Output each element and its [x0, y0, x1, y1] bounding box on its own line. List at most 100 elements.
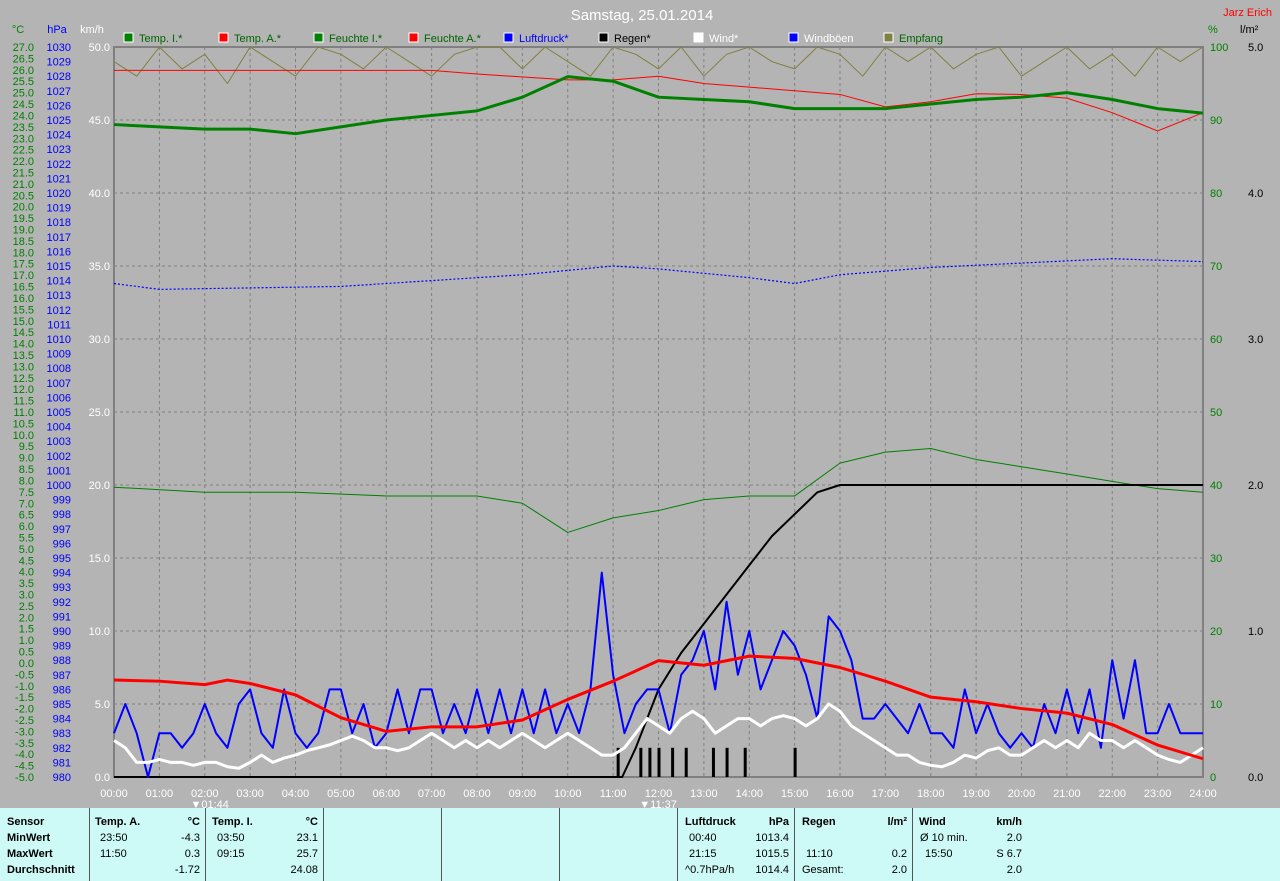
pressure-tick-label: 989: [53, 641, 71, 653]
x-tick-label: 00:00: [100, 788, 128, 800]
humidity-tick-label: 80: [1210, 188, 1222, 200]
pressure-min-time: 00:40: [689, 832, 717, 844]
min-label: MinWert: [7, 832, 51, 844]
temp-tick-label: 13.5: [13, 350, 34, 362]
wind-unit: km/h: [996, 816, 1022, 828]
pressure-tick-label: 1017: [47, 232, 71, 244]
statistics-table: Sensor Temp. A. °C Temp. I. °C Luftdruck…: [0, 808, 1280, 881]
temp-tick-label: 3.0: [19, 590, 34, 602]
temp-tick-label: -5.0: [15, 772, 34, 784]
wind-tick-label: 0.0: [95, 772, 110, 784]
pressure-tick-label: 1018: [47, 217, 71, 229]
temp-tick-label: 10.5: [13, 418, 34, 430]
temp-tick-label: 26.5: [13, 53, 34, 65]
pressure-trend: ^0.7hPa/h: [685, 864, 735, 876]
humidity-tick-label: 40: [1210, 480, 1222, 492]
temp-tick-label: -4.0: [15, 749, 34, 761]
temp-tick-label: 4.0: [19, 567, 34, 579]
x-tick-label: 18:00: [917, 788, 945, 800]
pressure-tick-label: 1021: [47, 173, 71, 185]
pressure-tick-label: 993: [53, 582, 71, 594]
temp-tick-label: 6.5: [19, 510, 34, 522]
rain-bar: [639, 747, 643, 777]
pressure-max: 1015.5: [755, 848, 789, 860]
temp-out-avg: -1.72: [174, 864, 200, 876]
humidity-tick-label: 10: [1210, 699, 1222, 711]
pressure-tick-label: 991: [53, 611, 71, 623]
sensor-header: Sensor: [7, 816, 45, 828]
temp-tick-label: 4.5: [19, 555, 34, 567]
rain-bar: [671, 747, 675, 777]
temp-tick-label: 15.0: [13, 316, 34, 328]
wind-avg: 2.0: [1006, 864, 1022, 876]
rain-bar: [657, 747, 661, 777]
temp-tick-label: -1.0: [15, 681, 34, 693]
legend: Temp. I.* Temp. A.* Feuchte I.* Feuchte A.*…: [123, 32, 943, 45]
pressure-tick-label: 1024: [47, 130, 71, 142]
pressure-header: Luftdruck: [685, 816, 736, 828]
temp-in-unit: °C: [305, 816, 318, 828]
wind-tick-label: 25.0: [89, 407, 110, 419]
rain-bar: [648, 747, 652, 777]
legend-swatch: [883, 32, 894, 43]
temp-tick-label: 22.5: [13, 145, 34, 157]
avg-label: Durchschnitt: [7, 864, 75, 876]
pressure-tick-label: 987: [53, 670, 71, 682]
x-tick-label: 05:00: [327, 788, 355, 800]
pressure-tick-label: 1029: [47, 57, 71, 69]
pressure-tick-label: 985: [53, 699, 71, 711]
temp-tick-label: 3.5: [19, 578, 34, 590]
pressure-tick-label: 994: [53, 568, 71, 580]
legend-swatch: [503, 32, 514, 43]
wind-max-time: 15:50: [925, 848, 953, 860]
x-tick-label: 15:00: [781, 788, 809, 800]
wind-avg10: 2.0: [1006, 832, 1022, 844]
temp-tick-label: 12.5: [13, 373, 34, 385]
temp-in-max: 25.7: [296, 848, 318, 860]
x-tick-label: 03:00: [236, 788, 264, 800]
rain-total: 2.0: [891, 864, 907, 876]
temp-tick-label: 10.0: [13, 430, 34, 442]
pressure-tick-label: 996: [53, 538, 71, 550]
rain-total-label: Gesamt:: [802, 864, 844, 876]
x-tick-label: 19:00: [962, 788, 990, 800]
x-tick-label: 24:00: [1189, 788, 1217, 800]
rain-bar: [684, 747, 688, 777]
temp-tick-label: -0.5: [15, 669, 34, 681]
grid: [113, 46, 1204, 778]
pressure-tick-label: 1009: [47, 349, 71, 361]
pressure-tick-label: 995: [53, 553, 71, 565]
temp-tick-label: 1.0: [19, 635, 34, 647]
x-tick-label: 23:00: [1144, 788, 1172, 800]
legend-swatch: [123, 32, 134, 43]
pressure-tick-label: 1022: [47, 159, 71, 171]
temp-tick-label: -4.5: [15, 761, 34, 773]
pressure-tick-label: 1016: [47, 246, 71, 258]
rain-max-time: 11:10: [806, 848, 833, 860]
pressure-tick-label: 984: [53, 714, 71, 726]
wind-tick-label: 50.0: [89, 42, 110, 54]
temp-tick-label: -1.5: [15, 692, 34, 704]
pressure-tick-label: 992: [53, 597, 71, 609]
temp-tick-label: -2.5: [15, 715, 34, 727]
rain-tick-label: 2.0: [1248, 480, 1263, 492]
temp-tick-label: 11.0: [13, 407, 34, 419]
temp-tick-label: 24.5: [13, 99, 34, 111]
temp-tick-label: 14.0: [13, 339, 34, 351]
pressure-tick-label: 1013: [47, 290, 71, 302]
temp-tick-label: 20.0: [13, 202, 34, 214]
temp-tick-label: 22.0: [13, 156, 34, 168]
legend-label: Temp. A.*: [234, 33, 282, 45]
event-marker-label: ▼01:44: [190, 799, 228, 808]
x-tick-label: 11:00: [600, 788, 627, 800]
humidity-tick-label: 100: [1210, 42, 1228, 54]
temp-tick-label: 8.5: [19, 464, 34, 476]
x-tick-label: 07:00: [418, 788, 446, 800]
temp-tick-label: 0.0: [19, 658, 34, 670]
x-tick-label: 21:00: [1053, 788, 1081, 800]
humidity-tick-label: 30: [1210, 553, 1222, 565]
wind-axis-unit: km/h: [80, 24, 104, 36]
temp-tick-label: 21.0: [13, 179, 34, 191]
temp-tick-label: 17.5: [13, 259, 34, 271]
x-tick-label: 06:00: [372, 788, 400, 800]
